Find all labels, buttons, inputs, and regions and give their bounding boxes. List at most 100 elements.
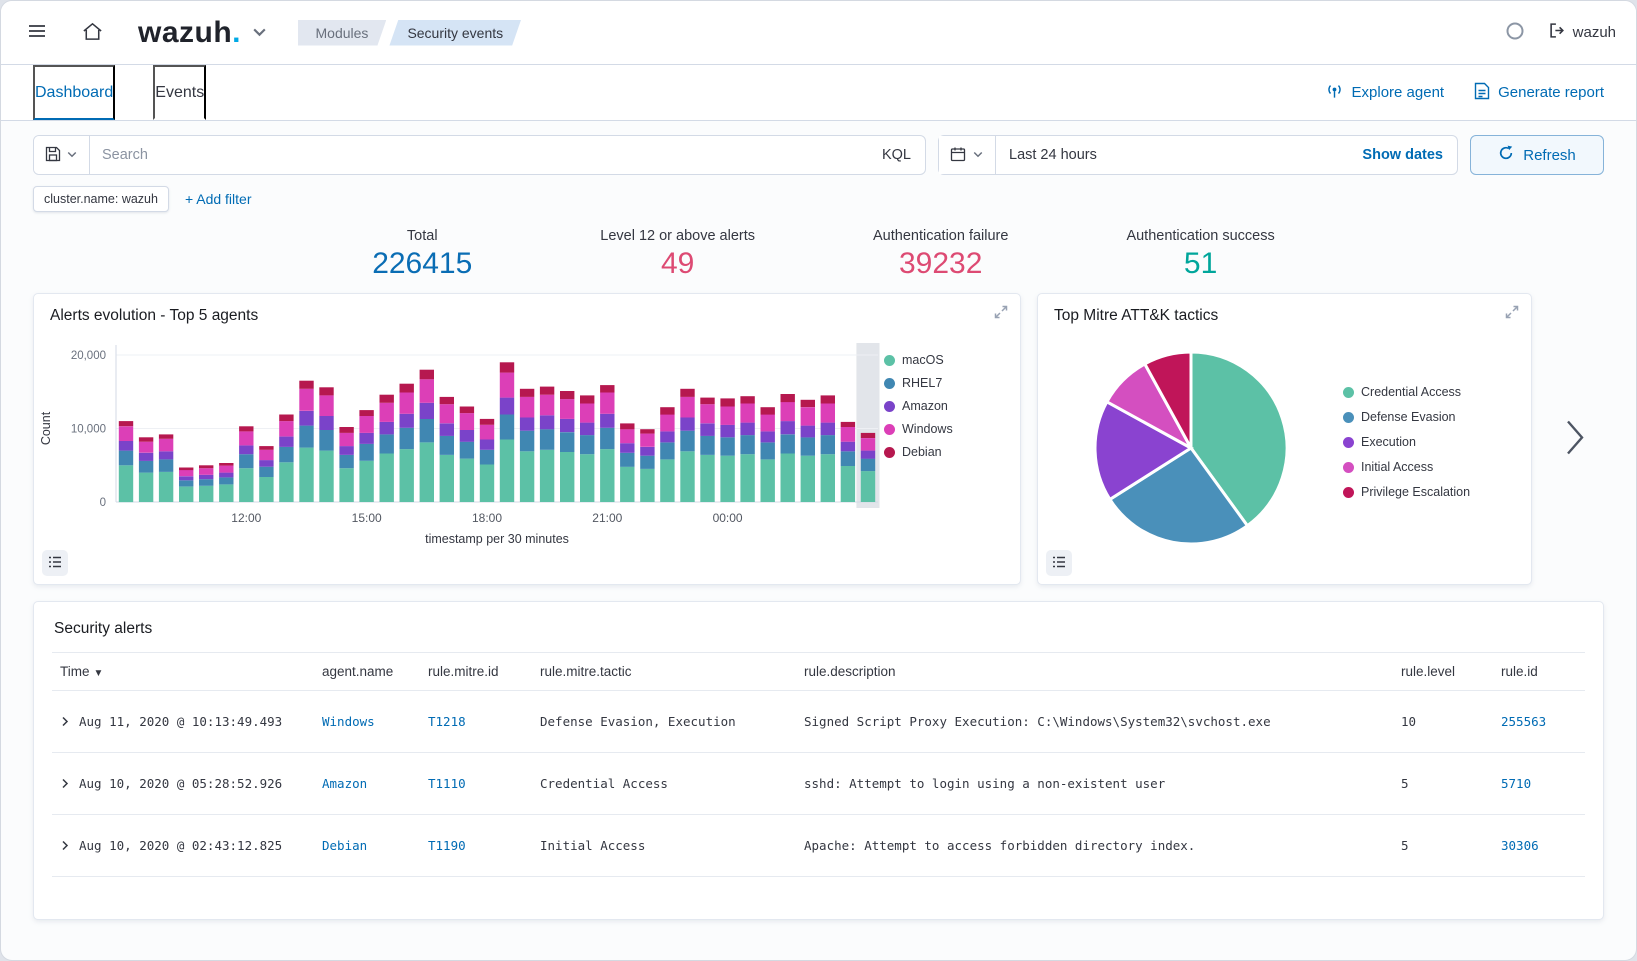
legend-swatch xyxy=(1343,387,1354,398)
column-header-agent-name[interactable]: agent.name xyxy=(314,653,420,691)
logout-icon xyxy=(1549,22,1566,43)
table-header-row: Time▼ agent.name rule.mitre.id rule.mitr… xyxy=(52,653,1585,691)
query-group: KQL xyxy=(33,135,926,175)
filter-pill-cluster-name[interactable]: cluster.name: wazuh xyxy=(33,186,169,212)
stat-authentication-failure[interactable]: Authentication failure 39232 xyxy=(873,228,1008,281)
panel-top-mitre-tactics: Top Mitre ATT&K tactics Credential Acces… xyxy=(1037,293,1532,585)
svg-text:0: 0 xyxy=(100,497,106,509)
legend-swatch xyxy=(1343,412,1354,423)
refresh-button[interactable]: Refresh xyxy=(1470,135,1604,175)
stat-value: 51 xyxy=(1126,247,1274,281)
legend-item-macos[interactable]: macOS xyxy=(884,353,1006,367)
cell-mitre-id-link[interactable]: T1190 xyxy=(428,838,466,853)
breadcrumb-modules[interactable]: Modules xyxy=(298,20,387,46)
stat-level-12-alerts[interactable]: Level 12 or above alerts 49 xyxy=(600,228,755,281)
legend-toggle-button[interactable] xyxy=(42,550,68,576)
column-header-rule-mitre-tactic[interactable]: rule.mitre.tactic xyxy=(532,653,796,691)
legend-swatch xyxy=(884,424,895,435)
panel-title: Alerts evolution - Top 5 agents xyxy=(34,294,1020,327)
expand-row-button[interactable] xyxy=(60,716,70,727)
legend-label: Windows xyxy=(902,422,953,436)
legend-item-execution[interactable]: Execution xyxy=(1343,435,1521,449)
column-header-rule-level[interactable]: rule.level xyxy=(1393,653,1493,691)
column-header-rule-description[interactable]: rule.description xyxy=(796,653,1393,691)
legend-item-initial-access[interactable]: Initial Access xyxy=(1343,460,1521,474)
legend-item-defense-evasion[interactable]: Defense Evasion xyxy=(1343,410,1521,424)
legend-label: Execution xyxy=(1361,435,1416,449)
cell-mitre-id-link[interactable]: T1218 xyxy=(428,714,466,729)
home-button[interactable] xyxy=(75,14,110,52)
svg-text:timestamp per 30 minutes: timestamp per 30 minutes xyxy=(425,532,569,546)
health-ring-button[interactable] xyxy=(1499,15,1531,50)
cell-rule-id-link[interactable]: 5710 xyxy=(1501,776,1531,791)
mitre-tactics-pie-chart[interactable] xyxy=(1086,343,1296,553)
stat-label: Level 12 or above alerts xyxy=(600,228,755,244)
expand-panel-button[interactable] xyxy=(994,305,1008,322)
stat-total[interactable]: Total 226415 xyxy=(362,228,482,281)
cell-agent-name-link[interactable]: Debian xyxy=(322,838,367,853)
legend-item-debian[interactable]: Debian xyxy=(884,445,1006,459)
visualizations-row: Alerts evolution - Top 5 agents 010,0002… xyxy=(33,293,1604,585)
cell-agent-name-link[interactable]: Amazon xyxy=(322,776,367,791)
cell-rule-description: Apache: Attempt to access forbidden dire… xyxy=(796,815,1393,877)
chevron-down-icon[interactable] xyxy=(251,23,268,43)
generate-report-button[interactable]: Generate report xyxy=(1474,82,1604,104)
cell-time: Aug 11, 2020 @ 10:13:49.493 xyxy=(79,714,282,729)
legend-label: Debian xyxy=(902,445,942,459)
column-header-rule-id[interactable]: rule.id xyxy=(1493,653,1585,691)
cell-mitre-tactic: Defense Evasion, Execution xyxy=(532,691,796,753)
show-dates-button[interactable]: Show dates xyxy=(1348,147,1457,163)
date-picker-group: Last 24 hours Show dates xyxy=(938,135,1458,175)
expand-row-button[interactable] xyxy=(60,840,70,851)
legend-label: Credential Access xyxy=(1361,385,1461,399)
expand-panel-button[interactable] xyxy=(1505,305,1519,322)
calendar-icon xyxy=(950,146,966,165)
legend-toggle-button[interactable] xyxy=(1046,550,1072,576)
cell-rule-id-link[interactable]: 255563 xyxy=(1501,714,1546,729)
menu-button[interactable] xyxy=(21,15,53,50)
cell-agent-name-link[interactable]: Windows xyxy=(322,714,375,729)
wazuh-logo[interactable]: wazuh. xyxy=(138,16,268,50)
svg-text:Count: Count xyxy=(39,411,53,445)
legend-label: Initial Access xyxy=(1361,460,1433,474)
cell-mitre-id-link[interactable]: T1110 xyxy=(428,776,466,791)
user-menu-button[interactable]: wazuh xyxy=(1549,22,1616,43)
breadcrumb-security-events[interactable]: Security events xyxy=(389,20,521,46)
legend-label: Defense Evasion xyxy=(1361,410,1456,424)
column-header-time[interactable]: Time▼ xyxy=(52,653,314,691)
legend-item-amazon[interactable]: Amazon xyxy=(884,399,1006,413)
tab-bar: Dashboard Events Explore agent Generate … xyxy=(1,65,1636,121)
kql-toggle-button[interactable]: KQL xyxy=(868,147,925,163)
logo-dot: . xyxy=(232,16,240,50)
legend-label: macOS xyxy=(902,353,944,367)
saved-queries-button[interactable] xyxy=(34,136,90,174)
refresh-label: Refresh xyxy=(1523,147,1576,164)
date-range-value[interactable]: Last 24 hours xyxy=(996,147,1348,163)
calendar-button[interactable] xyxy=(939,136,996,174)
legend-swatch xyxy=(884,378,895,389)
tab-dashboard[interactable]: Dashboard xyxy=(33,65,115,120)
stat-authentication-success[interactable]: Authentication success 51 xyxy=(1126,228,1274,281)
filter-bar: cluster.name: wazuh + Add filter xyxy=(33,186,1604,212)
search-input[interactable] xyxy=(90,147,868,163)
add-filter-button[interactable]: + Add filter xyxy=(185,191,252,207)
user-label: wazuh xyxy=(1573,24,1616,41)
top-navigation-bar: wazuh. Modules Security events wazuh xyxy=(1,1,1636,65)
expand-row-button[interactable] xyxy=(60,778,70,789)
chevron-right-icon xyxy=(1564,446,1586,461)
alerts-evolution-bar-chart[interactable]: 010,00020,00012:0015:0018:0021:0000:00ti… xyxy=(34,327,884,555)
legend-item-rhel7[interactable]: RHEL7 xyxy=(884,376,1006,390)
column-header-rule-mitre-id[interactable]: rule.mitre.id xyxy=(420,653,532,691)
next-visualizations-button[interactable] xyxy=(1564,418,1586,461)
explore-agent-button[interactable]: Explore agent xyxy=(1325,81,1445,104)
legend-item-windows[interactable]: Windows xyxy=(884,422,1006,436)
generate-report-label: Generate report xyxy=(1498,84,1604,101)
legend-item-credential-access[interactable]: Credential Access xyxy=(1343,385,1521,399)
cell-rule-id-link[interactable]: 30306 xyxy=(1501,838,1539,853)
svg-text:18:00: 18:00 xyxy=(472,511,502,525)
legend-swatch xyxy=(884,355,895,366)
stat-label: Authentication success xyxy=(1126,228,1274,244)
legend-item-privilege-escalation[interactable]: Privilege Escalation xyxy=(1343,485,1521,499)
legend-swatch xyxy=(1343,437,1354,448)
tab-events[interactable]: Events xyxy=(153,65,206,120)
